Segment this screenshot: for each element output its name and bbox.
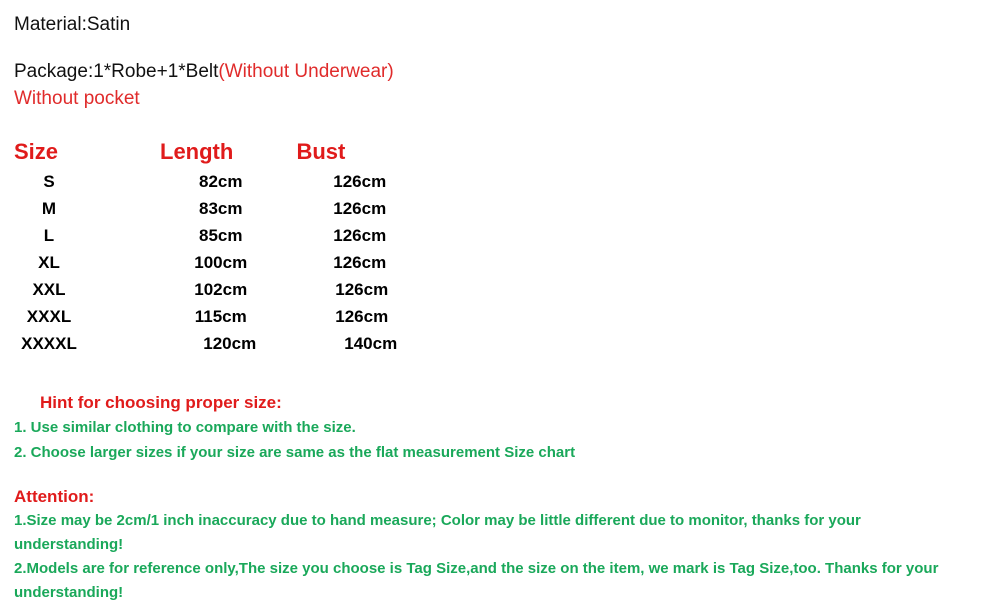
hint-item: 1. Use similar clothing to compare with … [14,419,356,436]
cell-bust: 126cm [335,280,389,299]
cell-size: XXXXL [0,330,156,357]
hint-item: 2. Choose larger sizes if your size are … [14,444,576,461]
cell-bust: 140cm [344,334,398,353]
cell-bust: 126cm [333,172,387,191]
table-row: XXL 102cm 126cm [0,276,420,303]
cell-size: XXL [0,276,156,303]
cell-size-text: L [43,226,55,245]
table-row: L 85cm 126cm [0,222,420,249]
attention-item: 2.Models are for reference only,The size… [14,560,939,601]
cell-bust: 126cm [335,307,389,326]
table-row: XL 100cm 126cm [0,249,420,276]
product-description-page: Material:Satin Package:1*Robe+1*Belt(Wit… [0,0,984,616]
column-header-length: Length [160,139,234,164]
size-chart-body: S 82cm 126cm M 83cm 126cm L 85cm 126cm X… [0,168,420,357]
table-row: XXXL 115cm 126cm [0,303,420,330]
hint-block: Hint for choosing proper size: 1. Use si… [14,390,964,465]
package-line: Package:1*Robe+1*Belt(Without Underwear) [14,58,964,85]
cell-length: 102cm [194,280,248,299]
package-text: Package:1*Robe+1*Belt [14,61,219,82]
cell-size-text: XXXL [26,307,72,326]
cell-size: S [0,168,156,195]
cell-size: XL [0,249,156,276]
table-header-row: Size Length Bust [0,136,420,168]
cell-length: 82cm [198,172,243,191]
cell-length: 83cm [198,199,243,218]
table-row: M 83cm 126cm [0,195,420,222]
cell-size-text: XXXXL [21,334,77,353]
column-header-size: Size [14,139,59,164]
cell-size-text: XXL [32,280,66,299]
hint-title: Hint for choosing proper size: [40,393,282,412]
table-row: S 82cm 126cm [0,168,420,195]
cell-length: 85cm [198,226,243,245]
table-row: XXXXL 120cm 140cm [0,330,420,357]
cell-length: 115cm [194,307,247,326]
attention-block: Attention: 1.Size may be 2cm/1 inch inac… [14,484,969,605]
size-chart-header: Size Length Bust [0,136,420,168]
product-info-block: Material:Satin Package:1*Robe+1*Belt(Wit… [14,12,964,112]
cell-bust: 126cm [333,199,387,218]
material-line: Material:Satin [14,14,131,35]
cell-size: M [0,195,156,222]
cell-length: 120cm [203,334,257,353]
cell-bust: 126cm [333,253,387,272]
attention-item: 1.Size may be 2cm/1 inch inaccuracy due … [14,512,861,553]
cell-size: XXXL [0,303,156,330]
package-note: (Without Underwear) [218,61,394,82]
cell-length: 100cm [194,253,248,272]
cell-bust: 126cm [333,226,387,245]
attention-title: Attention: [14,487,95,506]
cell-size: L [0,222,156,249]
cell-size-text: S [43,172,55,191]
size-chart-table: Size Length Bust S 82cm 126cm M 83cm 126… [0,136,420,357]
column-header-bust: Bust [296,139,346,164]
cell-size-text: XL [38,253,60,272]
cell-size-text: M [41,199,57,218]
pocket-note: Without pocket [14,88,140,109]
